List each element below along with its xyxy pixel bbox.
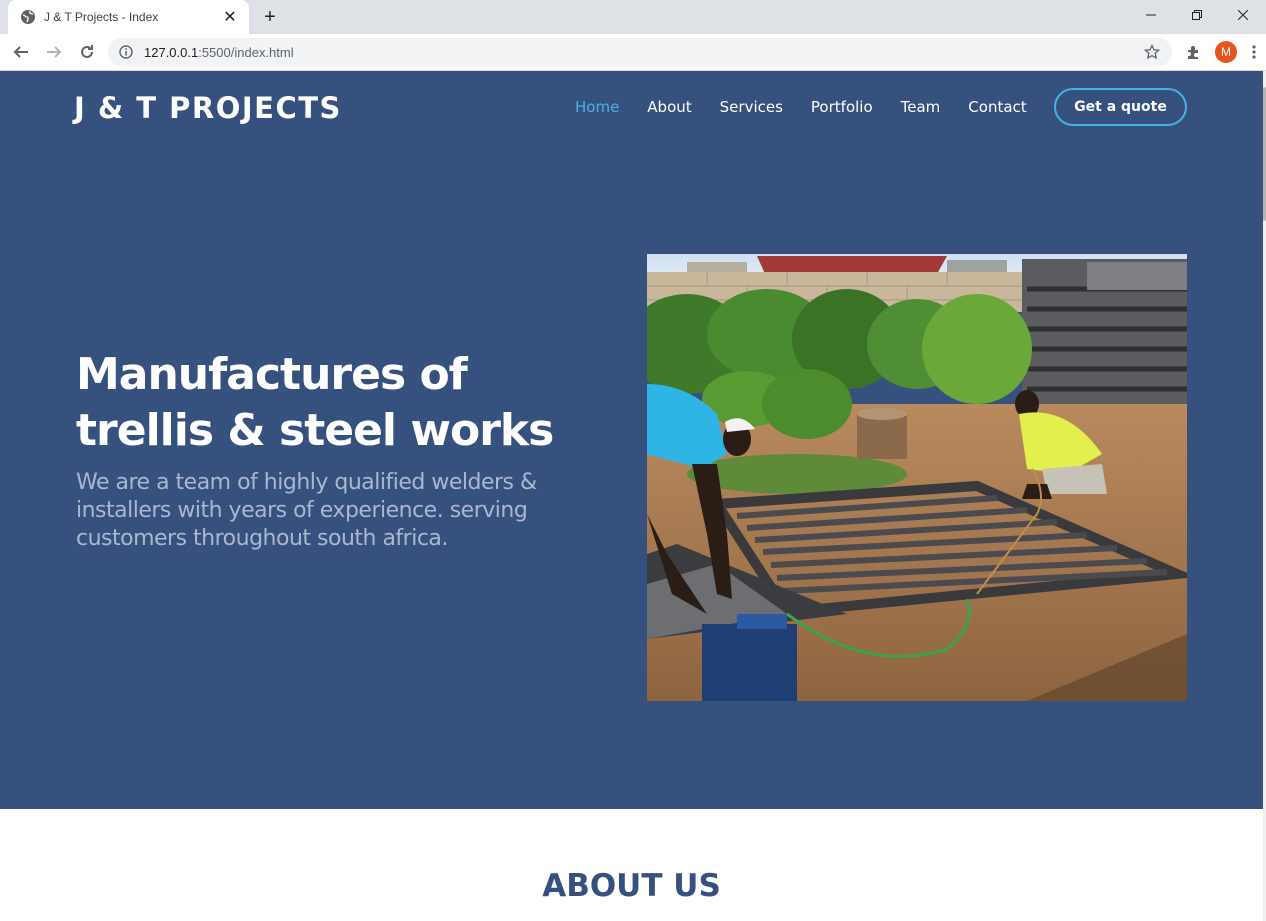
hero-title: Manufactures of trellis & steel works — [76, 349, 554, 456]
url-host: 127.0.0.1 — [144, 44, 199, 60]
about-heading: ABOUT US — [542, 868, 721, 904]
hero-subtitle: We are a team of highly qualified welder… — [76, 470, 537, 551]
forward-arrow-icon[interactable] — [42, 40, 66, 64]
extensions-puzzle-icon[interactable] — [1182, 40, 1206, 64]
nav-about[interactable]: About — [647, 98, 691, 116]
page-viewport: J & T PROJECTS Home About Services Portf… — [0, 71, 1266, 921]
nav-team[interactable]: Team — [901, 98, 941, 116]
nav-portfolio[interactable]: Portfolio — [811, 98, 873, 116]
back-arrow-icon[interactable] — [9, 40, 33, 64]
nav-home[interactable]: Home — [575, 98, 619, 116]
reload-icon[interactable] — [75, 40, 99, 64]
browser-tab[interactable]: J & T Projects - Index ✕ — [8, 0, 249, 34]
tab-title: J & T Projects - Index — [44, 10, 159, 24]
browser-toolbar: 127.0.0.1:5500/index.html M — [0, 34, 1266, 71]
browser-tabstrip: J & T Projects - Index ✕ + — [0, 0, 1266, 34]
url-text: 127.0.0.1:5500/index.html — [144, 45, 1142, 60]
window-controls — [1128, 0, 1266, 30]
hero-image — [647, 254, 1187, 701]
main-nav: Home About Services Portfolio Team Conta… — [575, 98, 1055, 116]
close-window-button[interactable] — [1220, 0, 1266, 30]
nav-contact[interactable]: Contact — [968, 98, 1026, 116]
bookmark-star-icon[interactable] — [1142, 42, 1162, 62]
restore-button[interactable] — [1174, 0, 1220, 30]
profile-avatar[interactable]: M — [1215, 41, 1237, 63]
nav-services[interactable]: Services — [720, 98, 783, 116]
info-icon[interactable] — [118, 44, 134, 60]
globe-icon — [20, 9, 36, 25]
url-path: :5500/index.html — [198, 44, 294, 60]
get-quote-button[interactable]: Get a quote — [1054, 88, 1187, 126]
site-logo[interactable]: J & T PROJECTS — [74, 91, 342, 125]
browser-menu-icon[interactable] — [1246, 40, 1262, 64]
close-tab-icon[interactable]: ✕ — [221, 8, 239, 26]
new-tab-button[interactable]: + — [258, 6, 282, 28]
hero-section: J & T PROJECTS Home About Services Portf… — [0, 71, 1263, 809]
address-bar[interactable]: 127.0.0.1:5500/index.html — [108, 38, 1172, 66]
minimize-button[interactable] — [1128, 0, 1174, 30]
